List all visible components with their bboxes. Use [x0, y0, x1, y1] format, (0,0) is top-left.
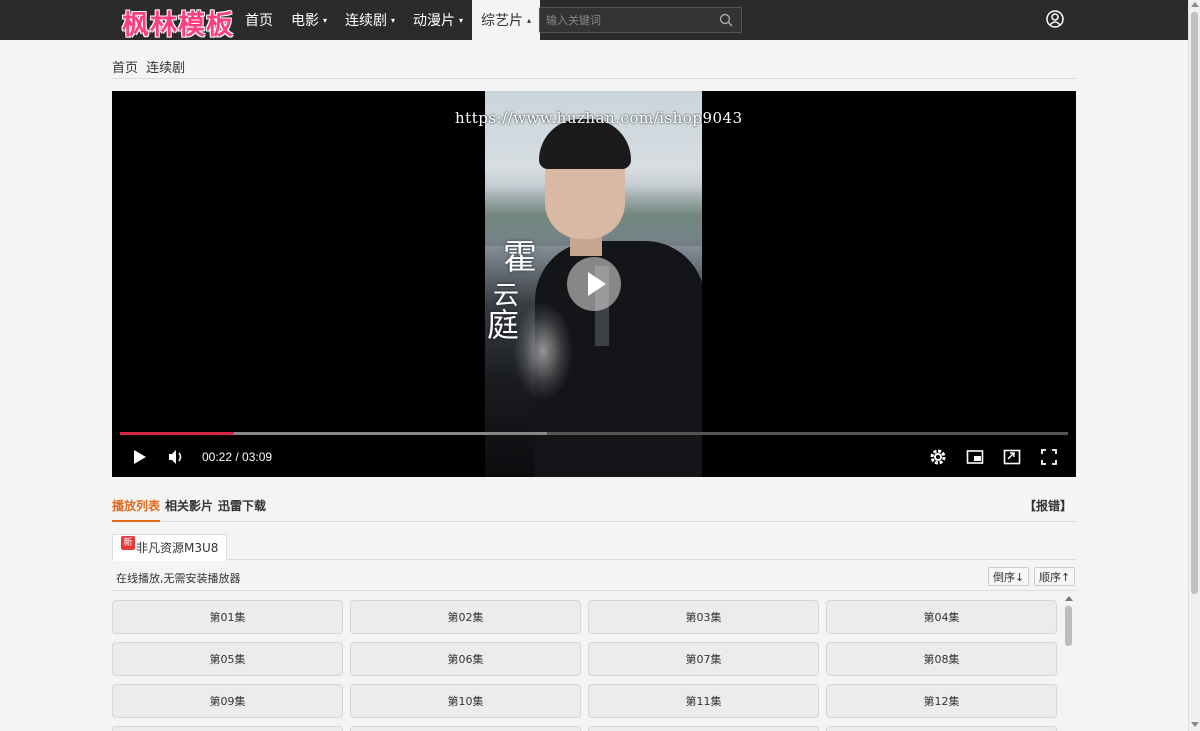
episode-button[interactable]: 第02集 — [350, 600, 581, 634]
source-tabs: 新 非凡资源M3U8 — [112, 534, 1076, 561]
sort-asc-button[interactable]: 顺序↑ — [1034, 567, 1076, 586]
big-play-button[interactable] — [567, 257, 621, 311]
caret-down-icon: ▾ — [459, 15, 464, 25]
poster-effect — [513, 301, 573, 401]
nav-movies-label: 电影 — [291, 13, 319, 29]
detail-tabs: 播放列表 相关影片 迅雷下载 【报错】 — [112, 492, 1076, 522]
episode-button[interactable] — [350, 726, 581, 731]
time-display: 00:22 / 03:09 — [202, 450, 272, 464]
episode-button[interactable]: 第05集 — [112, 642, 343, 676]
fullscreen-icon[interactable] — [1040, 448, 1058, 466]
playlist-info: 在线播放,无需安装播放器 — [116, 572, 241, 585]
source-tab-feifan[interactable]: 新 非凡资源M3U8 — [112, 534, 228, 561]
volume-icon[interactable] — [167, 448, 185, 466]
poster-char-3: 庭 — [487, 306, 520, 344]
episode-button[interactable]: 第10集 — [350, 684, 581, 718]
play-icon[interactable] — [132, 448, 148, 466]
progress-played — [120, 432, 234, 435]
nav-anime-label: 动漫片 — [413, 13, 456, 29]
settings-gear-icon[interactable] — [929, 448, 947, 466]
breadcrumb-series[interactable]: 连续剧 — [146, 61, 185, 76]
sort-desc-button[interactable]: 倒序↓ — [988, 567, 1030, 586]
picture-in-picture-icon[interactable] — [966, 448, 984, 466]
site-logo[interactable]: 枫林模板 — [122, 3, 234, 42]
search-icon[interactable] — [719, 13, 733, 27]
video-watermark: https://www.huzhan.com/ishop9043 — [455, 109, 743, 127]
episode-button[interactable] — [826, 726, 1057, 731]
scrollbar-thumb[interactable] — [1191, 12, 1198, 594]
scrollbar-thumb[interactable] — [1065, 606, 1072, 646]
nav-anime[interactable]: 动漫片 ▾ — [404, 0, 472, 40]
episode-button[interactable]: 第03集 — [588, 600, 819, 634]
playlist-toolbar: 在线播放,无需安装播放器 倒序↓ 顺序↑ — [112, 565, 1076, 591]
episode-button[interactable]: 第08集 — [826, 642, 1057, 676]
new-badge: 新 — [121, 535, 135, 550]
web-fullscreen-icon[interactable] — [1003, 448, 1021, 466]
nav-variety-label: 综艺片 — [481, 13, 524, 29]
caret-down-icon: ▾ — [391, 15, 396, 25]
episode-button[interactable]: 第06集 — [350, 642, 581, 676]
source-name: 非凡资源M3U8 — [136, 541, 219, 555]
nav-variety[interactable]: 综艺片 ▴ — [472, 0, 541, 40]
time-separator: / — [232, 450, 243, 464]
nav-home[interactable]: 首页 — [236, 0, 282, 40]
user-icon[interactable] — [1046, 10, 1064, 28]
nav-home-label: 首页 — [245, 13, 273, 29]
current-time: 00:22 — [202, 450, 233, 464]
episode-button[interactable]: 第12集 — [826, 684, 1057, 718]
nav-series-label: 连续剧 — [345, 13, 388, 29]
episode-button[interactable]: 第11集 — [588, 684, 819, 718]
duration: 03:09 — [242, 450, 273, 464]
tab-thunder-download[interactable]: 迅雷下载 — [218, 497, 266, 514]
episode-button[interactable]: 第01集 — [112, 600, 343, 634]
top-navbar: 枫林模板 首页 电影 ▾ 连续剧 ▾ 动漫片 ▾ 综艺片 ▴ — [0, 0, 1188, 42]
episode-button[interactable] — [112, 726, 343, 731]
poster-char-1: 霍 — [503, 238, 537, 278]
caret-down-icon: ▾ — [323, 15, 328, 25]
episode-button[interactable]: 第04集 — [826, 600, 1057, 634]
episode-list: 第01集 第02集 第03集 第04集第05集 第06集 第07集 第08集第09集 第10集… — [112, 600, 1058, 731]
page-scrollbar[interactable] — [1188, 0, 1200, 731]
scroll-down-icon[interactable] — [1191, 722, 1199, 727]
episode-button[interactable]: 第09集 — [112, 684, 343, 718]
episode-button[interactable] — [588, 726, 819, 731]
tab-playlist[interactable]: 播放列表 — [112, 497, 161, 522]
search-box — [539, 7, 742, 33]
breadcrumb: 首页 连续剧 — [112, 57, 1076, 79]
progress-bar[interactable] — [120, 432, 1068, 435]
report-error-link[interactable]: 【报错】 — [1024, 497, 1072, 514]
episode-list-scrollbar[interactable] — [1064, 594, 1074, 731]
tab-related[interactable]: 相关影片 — [165, 497, 213, 514]
scroll-up-icon[interactable] — [1191, 2, 1199, 7]
caret-up-icon: ▴ — [527, 15, 532, 25]
scroll-up-icon[interactable] — [1065, 596, 1073, 601]
nav-movies[interactable]: 电影 ▾ — [282, 0, 336, 40]
nav-series[interactable]: 连续剧 ▾ — [336, 0, 404, 40]
search-input[interactable] — [540, 8, 715, 32]
episode-button[interactable]: 第07集 — [588, 642, 819, 676]
video-player[interactable]: 霍 云 庭 https://www.huzhan.com/ishop9043 0… — [112, 91, 1076, 477]
breadcrumb-home[interactable]: 首页 — [112, 61, 138, 76]
main-nav: 首页 电影 ▾ 连续剧 ▾ 动漫片 ▾ 综艺片 ▴ — [236, 0, 541, 40]
